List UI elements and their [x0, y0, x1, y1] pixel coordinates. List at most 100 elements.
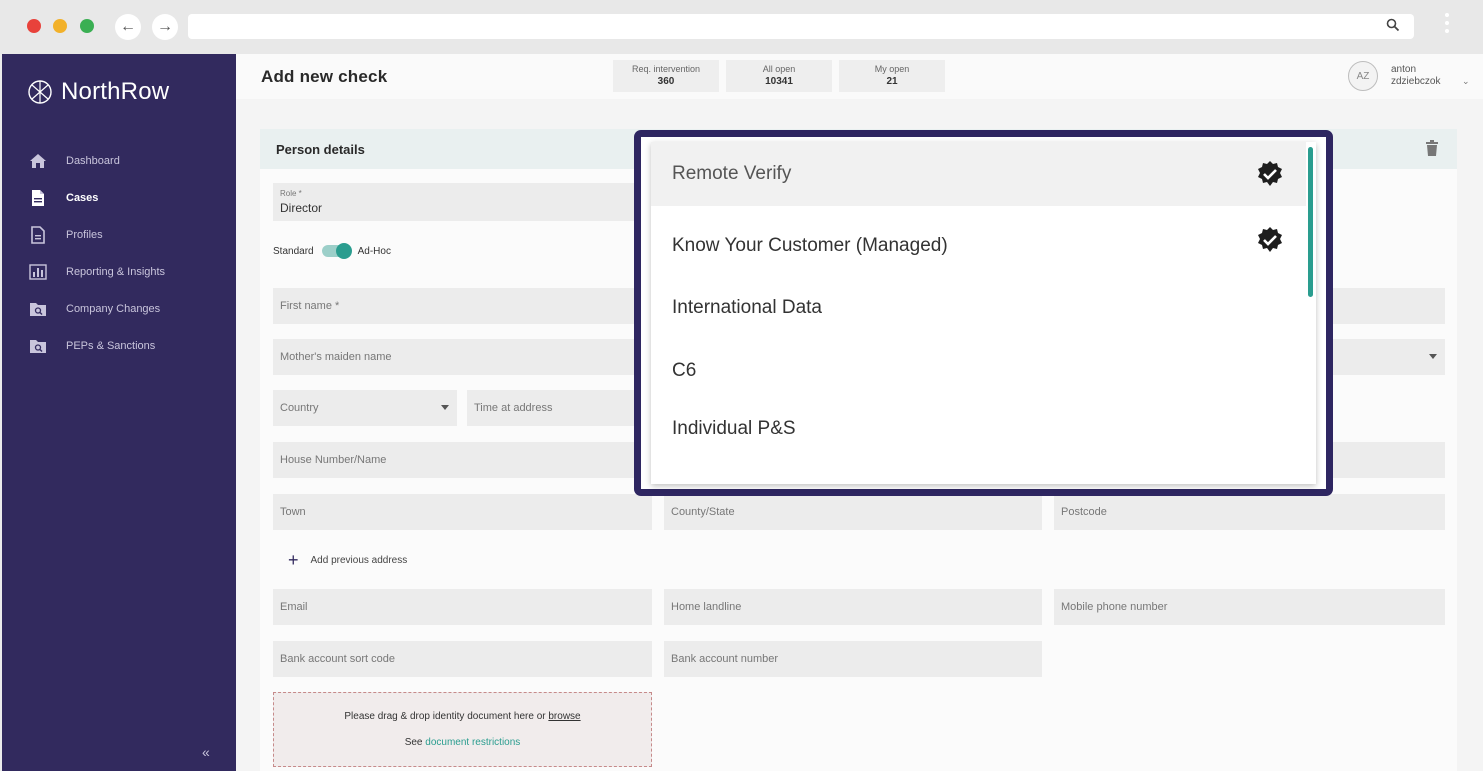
folder-search-icon: [29, 300, 47, 318]
minimize-window-button[interactable]: [53, 19, 67, 33]
mobile-phone-field[interactable]: Mobile phone number: [1054, 589, 1445, 625]
stat-label: All open: [762, 64, 796, 74]
email-field[interactable]: Email: [273, 589, 652, 625]
dropzone-line-1: Please drag & drop identity document her…: [274, 711, 651, 722]
sidebar-item-label: Company Changes: [66, 302, 161, 315]
check-type-toggle-row: Standard Ad-Hoc: [273, 243, 391, 259]
brand-logo[interactable]: NorthRow: [27, 78, 169, 106]
dropdown-scrollbar[interactable]: [1308, 147, 1313, 297]
sidebar-nav: Dashboard Cases Profiles Reporting & Ins…: [2, 142, 236, 364]
account-number-placeholder: Bank account number: [671, 653, 779, 665]
user-name[interactable]: anton zdziebczok: [1391, 64, 1440, 88]
section-title: Person details: [276, 142, 365, 157]
highlight-frame: Remote Verify Know Your Customer (Manage…: [634, 130, 1333, 496]
caret-down-icon: [441, 405, 449, 410]
option-label: Remote Verify: [672, 163, 792, 184]
country-placeholder: Country: [280, 402, 319, 414]
search-icon[interactable]: [1386, 18, 1400, 32]
sidebar-item-profiles[interactable]: Profiles: [2, 216, 236, 253]
document-icon: [29, 189, 47, 207]
dropdown-option[interactable]: C6: [651, 347, 1306, 395]
sort-code-field[interactable]: Bank account sort code: [273, 641, 652, 677]
country-select[interactable]: Country: [273, 390, 457, 426]
time-at-address-placeholder: Time at address: [474, 402, 553, 414]
mobile-phone-placeholder: Mobile phone number: [1061, 601, 1168, 613]
county-state-placeholder: County/State: [671, 506, 735, 518]
home-icon: [29, 152, 47, 170]
stat-value: 10341: [765, 76, 793, 87]
check-type-toggle[interactable]: [321, 243, 352, 259]
stat-value: 360: [657, 76, 675, 87]
page-title: Add new check: [261, 67, 388, 86]
home-landline-field[interactable]: Home landline: [664, 589, 1042, 625]
arrow-right-icon: →: [157, 18, 173, 35]
mothers-maiden-name-placeholder: Mother's maiden name: [280, 351, 392, 363]
dropzone-line-2: See document restrictions: [274, 737, 651, 748]
forward-button[interactable]: →: [152, 14, 178, 40]
check-badge-icon: [1258, 161, 1282, 186]
check-type-dropdown: Remote Verify Know Your Customer (Manage…: [651, 142, 1316, 484]
document-restrictions-link[interactable]: document restrictions: [425, 737, 520, 748]
arrow-left-icon: ←: [120, 18, 136, 35]
header-bar: Add new check Req. intervention 360 All …: [236, 54, 1483, 99]
sidebar-item-cases[interactable]: Cases: [2, 179, 236, 216]
avatar[interactable]: AZ: [1348, 61, 1378, 91]
browse-link[interactable]: browse: [548, 711, 580, 722]
sidebar-item-reporting[interactable]: Reporting & Insights: [2, 253, 236, 290]
collapse-sidebar-button[interactable]: «: [202, 744, 210, 760]
chevron-down-icon[interactable]: ⌄: [1462, 76, 1470, 87]
sidebar-item-company-changes[interactable]: Company Changes: [2, 290, 236, 327]
profile-document-icon: [29, 225, 47, 244]
town-placeholder: Town: [280, 506, 306, 518]
dropzone-see: See: [404, 737, 423, 748]
time-at-address-field[interactable]: Time at address: [467, 390, 652, 426]
trash-icon[interactable]: [1426, 140, 1438, 156]
sidebar-item-dashboard[interactable]: Dashboard: [2, 142, 236, 179]
add-previous-address-label: Add previous address: [310, 554, 408, 566]
stat-req-intervention[interactable]: Req. intervention 360: [613, 60, 719, 92]
sidebar-item-label: Cases: [66, 191, 99, 204]
county-state-field[interactable]: County/State: [664, 494, 1042, 530]
dropdown-option[interactable]: Remote Verify: [651, 142, 1306, 206]
postcode-placeholder: Postcode: [1061, 506, 1107, 518]
brand-name: NorthRow: [61, 78, 170, 105]
stat-label: Req. intervention: [631, 64, 701, 74]
address-bar[interactable]: [188, 14, 1414, 39]
browser-menu-icon[interactable]: [1444, 13, 1450, 33]
home-landline-placeholder: Home landline: [671, 601, 742, 613]
sidebar-item-peps-sanctions[interactable]: PEPs & Sanctions: [2, 327, 236, 364]
dropzone-text: Please drag & drop identity document her…: [344, 711, 546, 722]
user-first-name: anton: [1391, 64, 1417, 75]
postcode-field[interactable]: Postcode: [1054, 494, 1445, 530]
sidebar-item-label: PEPs & Sanctions: [66, 339, 156, 352]
back-button[interactable]: ←: [115, 14, 141, 40]
add-previous-address-button[interactable]: + Add previous address: [288, 551, 408, 569]
email-placeholder: Email: [280, 601, 308, 613]
option-label: Individual P&S: [672, 418, 796, 439]
account-number-field[interactable]: Bank account number: [664, 641, 1042, 677]
bar-chart-icon: [29, 263, 47, 281]
sidebar: NorthRow Dashboard Cases Profiles Report…: [2, 54, 236, 771]
option-label: International Data: [672, 297, 822, 318]
maximize-window-button[interactable]: [80, 19, 94, 33]
house-number-field[interactable]: House Number/Name: [273, 442, 652, 478]
option-label: C6: [672, 360, 697, 381]
first-name-field[interactable]: First name *: [273, 288, 652, 324]
dropdown-option[interactable]: Know Your Customer (Managed): [651, 222, 1306, 270]
stat-label: My open: [874, 64, 910, 74]
close-window-button[interactable]: [27, 19, 41, 33]
stat-my-open[interactable]: My open 21: [839, 60, 945, 92]
role-select[interactable]: Role * Director: [273, 183, 652, 221]
dropdown-option[interactable]: International Data: [651, 284, 1306, 332]
role-label: Role *: [280, 189, 302, 198]
stat-all-open[interactable]: All open 10341: [726, 60, 832, 92]
town-field[interactable]: Town: [273, 494, 652, 530]
document-dropzone[interactable]: Please drag & drop identity document her…: [273, 692, 652, 767]
browser-chrome: ← →: [0, 0, 1483, 54]
caret-down-icon: [1429, 354, 1437, 359]
dropdown-option[interactable]: Individual P&S: [651, 405, 1306, 453]
first-name-placeholder: First name *: [280, 300, 340, 312]
folder-search-icon: [29, 337, 47, 355]
role-value: Director: [280, 201, 323, 215]
mothers-maiden-name-field[interactable]: Mother's maiden name: [273, 339, 652, 375]
